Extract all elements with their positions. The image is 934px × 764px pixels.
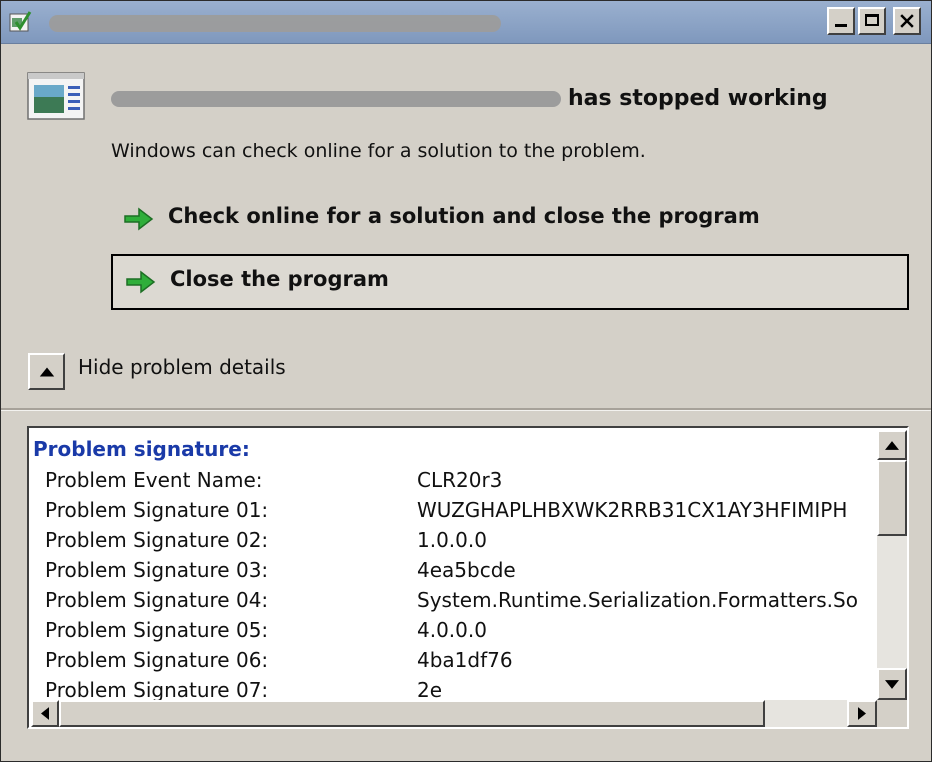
scroll-right-button[interactable] (847, 700, 877, 727)
scroll-left-button[interactable] (31, 700, 59, 727)
error-dialog-window: has stopped working Windows can check on… (0, 0, 932, 762)
program-window-icon (27, 72, 85, 120)
scrollbar-corner (877, 700, 907, 727)
table-row: Problem Signature 03: 4ea5bcde (45, 558, 887, 588)
row-key: Problem Signature 06: (45, 648, 269, 672)
scroll-down-button[interactable] (877, 668, 907, 700)
row-key: Problem Signature 01: (45, 498, 269, 522)
row-value: WUZGHAPLHBXWK2RRB31CX1AY3HFIMIPH (417, 498, 848, 522)
redacted-title-mark (49, 15, 501, 32)
redacted-app-name (111, 91, 561, 107)
dialog-header: has stopped working Windows can check on… (1, 44, 931, 411)
row-key: Problem Signature 05: (45, 618, 269, 642)
green-arrow-icon (124, 207, 154, 231)
table-row: Problem Signature 02: 1.0.0.0 (45, 528, 887, 558)
scroll-up-button[interactable] (877, 430, 907, 460)
row-key: Problem Signature 04: (45, 588, 269, 612)
title-bar[interactable] (1, 1, 931, 44)
chevron-up-icon (39, 367, 55, 377)
minimize-button[interactable] (827, 7, 855, 35)
signature-list: Problem Event Name: CLR20r3 Problem Sign… (45, 468, 887, 700)
check-online-command[interactable]: Check online for a solution and close th… (111, 191, 909, 247)
scroll-right-icon (858, 707, 866, 720)
problem-signature-heading: Problem signature: (33, 437, 250, 461)
problem-details-panel[interactable]: Problem signature: Problem Event Name: C… (27, 426, 909, 729)
table-row: Problem Signature 06: 4ba1df76 (45, 648, 887, 678)
row-value: 4ea5bcde (417, 558, 516, 582)
table-row: Problem Signature 01: WUZGHAPLHBXWK2RRB3… (45, 498, 887, 528)
row-value: CLR20r3 (417, 468, 503, 492)
row-value: System.Runtime.Serialization.Formatters.… (417, 588, 858, 612)
scroll-left-icon (41, 707, 49, 720)
app-icon (9, 11, 32, 32)
row-key: Problem Signature 07: (45, 678, 269, 700)
row-value: 2e (417, 678, 443, 700)
close-icon (900, 14, 914, 28)
row-key: Problem Signature 03: (45, 558, 269, 582)
table-row: Problem Event Name: CLR20r3 (45, 468, 887, 498)
horizontal-scrollbar[interactable] (31, 700, 877, 727)
heading-suffix: has stopped working (568, 86, 828, 111)
row-value: 4ba1df76 (417, 648, 513, 672)
row-key: Problem Signature 02: (45, 528, 269, 552)
hide-details-button[interactable] (28, 353, 65, 390)
table-row: Problem Signature 05: 4.0.0.0 (45, 618, 887, 648)
check-online-label: Check online for a solution and close th… (168, 204, 760, 228)
horizontal-scroll-thumb[interactable] (59, 700, 765, 727)
minimize-icon (835, 24, 847, 27)
close-program-label: Close the program (170, 267, 389, 291)
table-row: Problem Signature 04: System.Runtime.Ser… (45, 588, 887, 618)
row-key: Problem Event Name: (45, 468, 263, 492)
close-button[interactable] (893, 7, 921, 35)
close-program-command[interactable]: Close the program (111, 254, 909, 310)
green-arrow-icon (126, 270, 156, 294)
scroll-up-icon (885, 441, 899, 450)
scroll-down-icon (885, 680, 899, 689)
table-row: Problem Signature 07: 2e (45, 678, 887, 700)
row-value: 4.0.0.0 (417, 618, 487, 642)
vertical-scrollbar[interactable] (877, 430, 907, 702)
description-text: Windows can check online for a solution … (111, 140, 646, 162)
maximize-button[interactable] (858, 7, 886, 35)
maximize-icon (865, 14, 879, 26)
divider (1, 408, 931, 411)
hide-details-label[interactable]: Hide problem details (78, 355, 286, 379)
vertical-scroll-thumb[interactable] (877, 460, 907, 536)
row-value: 1.0.0.0 (417, 528, 487, 552)
